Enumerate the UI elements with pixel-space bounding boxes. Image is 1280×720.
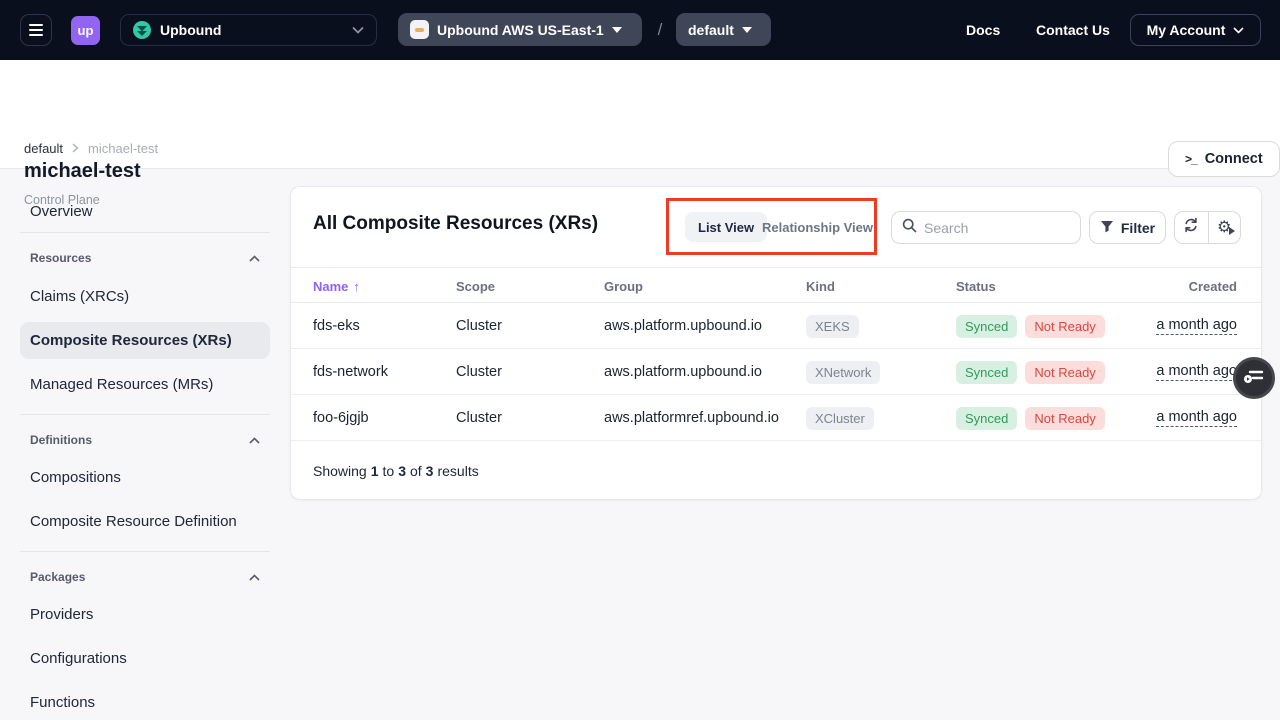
cell-group: aws.platform.upbound.io [604, 303, 762, 349]
filter-funnel-icon [1100, 220, 1114, 236]
table-row[interactable]: fds-network Cluster aws.platform.upbound… [291, 349, 1261, 395]
refresh-controls: ⚙ [1174, 211, 1241, 244]
created-timestamp[interactable]: a month ago [1156, 317, 1237, 335]
status-badge-not-ready: Not Ready [1025, 315, 1104, 338]
chevron-down-icon [352, 26, 364, 34]
kind-badge: XNetwork [806, 361, 880, 384]
page-header: default michael-test michael-test Contro… [0, 60, 1280, 169]
sidebar-item-configurations[interactable]: Configurations [20, 640, 270, 677]
filter-button[interactable]: Filter [1089, 211, 1166, 244]
kind-badge: XCluster [806, 407, 874, 430]
feedback-widget-button[interactable] [1233, 357, 1275, 399]
kind-badge: XEKS [806, 315, 859, 338]
group-dropdown[interactable]: default [676, 13, 771, 46]
status-badge-not-ready: Not Ready [1025, 361, 1104, 384]
sidebar-item-managed-resources[interactable]: Managed Resources (MRs) [20, 366, 270, 403]
cell-name[interactable]: foo-6jgjb [313, 395, 369, 441]
status-badge-synced: Synced [956, 315, 1017, 338]
table-row[interactable]: fds-eks Cluster aws.platform.upbound.io … [291, 303, 1261, 349]
status-badge-not-ready: Not Ready [1025, 407, 1104, 430]
organization-label: Upbound [160, 22, 221, 38]
chevron-up-icon [249, 255, 260, 262]
cell-scope: Cluster [456, 303, 502, 349]
sidebar: Overview Resources Claims (XRCs) Composi… [20, 169, 270, 720]
breadcrumb-current: michael-test [88, 141, 158, 156]
created-timestamp[interactable]: a month ago [1156, 363, 1237, 381]
created-timestamp[interactable]: a month ago [1156, 409, 1237, 427]
gear-play-icon: ⚙ [1217, 220, 1231, 236]
status-badge-synced: Synced [956, 407, 1017, 430]
control-plane-icon [410, 20, 429, 39]
group-label: default [688, 22, 734, 38]
column-header-group[interactable]: Group [604, 268, 643, 304]
divider [20, 414, 270, 415]
sidebar-item-providers[interactable]: Providers [20, 596, 270, 633]
path-separator: / [652, 0, 668, 60]
auto-refresh-settings-button[interactable]: ⚙ [1208, 212, 1241, 243]
my-account-button[interactable]: My Account [1130, 14, 1261, 46]
sidebar-item-compositions[interactable]: Compositions [20, 459, 270, 496]
chevron-up-icon [249, 437, 260, 444]
status-badge-synced: Synced [956, 361, 1017, 384]
search-input-container [891, 211, 1081, 244]
organization-dropdown[interactable]: Upbound [120, 14, 377, 46]
cell-scope: Cluster [456, 349, 502, 395]
chevron-down-icon [1233, 27, 1244, 34]
search-input[interactable] [924, 220, 1054, 236]
hamburger-menu-button[interactable] [20, 14, 52, 46]
sort-ascending-icon: ↑ [353, 279, 360, 294]
control-plane-label: Upbound AWS US-East-1 [437, 22, 604, 38]
relationship-view-toggle[interactable]: Relationship View [758, 212, 877, 242]
column-header-status[interactable]: Status [956, 268, 996, 304]
docs-link[interactable]: Docs [966, 0, 1000, 60]
refresh-icon [1183, 217, 1199, 238]
cell-name[interactable]: fds-eks [313, 303, 360, 349]
column-header-kind[interactable]: Kind [806, 268, 835, 304]
caret-down-icon [742, 27, 752, 33]
table-header-row: Name ↑ Scope Group Kind Status Created [291, 267, 1261, 303]
sidebar-item-composite-resource-definition[interactable]: Composite Resource Definition [20, 503, 270, 540]
divider [20, 551, 270, 552]
column-header-name[interactable]: Name ↑ [313, 268, 360, 304]
connect-button[interactable]: >_ Connect [1168, 141, 1280, 177]
list-view-toggle[interactable]: List View [685, 212, 767, 242]
sidebar-section-resources[interactable]: Resources [20, 246, 270, 270]
sidebar-item-functions[interactable]: Functions [20, 684, 270, 720]
column-header-created[interactable]: Created [1189, 268, 1237, 304]
breadcrumb-parent[interactable]: default [24, 141, 63, 156]
caret-down-icon [612, 27, 622, 33]
upbound-logo[interactable]: up [71, 16, 100, 45]
hamburger-icon [29, 24, 43, 26]
breadcrumb: default michael-test [24, 141, 158, 156]
sidebar-item-claims[interactable]: Claims (XRCs) [20, 278, 270, 315]
cell-group: aws.platform.upbound.io [604, 349, 762, 395]
sidebar-section-definitions[interactable]: Definitions [20, 428, 270, 452]
terminal-icon: >_ [1185, 152, 1197, 166]
panel-title: All Composite Resources (XRs) [313, 213, 598, 235]
cell-name[interactable]: fds-network [313, 349, 388, 395]
composite-resources-panel: All Composite Resources (XRs) List View … [290, 186, 1262, 500]
sidebar-item-overview[interactable]: Overview [20, 193, 270, 230]
contact-us-link[interactable]: Contact Us [1036, 0, 1110, 60]
chevron-right-icon [72, 141, 79, 156]
table-row[interactable]: foo-6jgjb Cluster aws.platformref.upboun… [291, 395, 1261, 441]
top-navbar: up Upbound Upbound AWS US-East-1 / defau… [0, 0, 1280, 60]
refresh-button[interactable] [1175, 212, 1208, 243]
control-plane-dropdown[interactable]: Upbound AWS US-East-1 [398, 13, 642, 46]
sidebar-section-packages[interactable]: Packages [20, 565, 270, 589]
divider [20, 232, 270, 233]
organization-icon [133, 21, 151, 39]
column-header-scope[interactable]: Scope [456, 268, 495, 304]
cell-scope: Cluster [456, 395, 502, 441]
chevron-up-icon [249, 574, 260, 581]
search-icon [902, 218, 917, 238]
sidebar-item-composite-resources[interactable]: Composite Resources (XRs) [20, 322, 270, 359]
results-summary: Showing 1 to 3 of 3 results [313, 441, 479, 501]
cell-group: aws.platformref.upbound.io [604, 395, 779, 441]
resource-center-icon [1244, 368, 1264, 389]
